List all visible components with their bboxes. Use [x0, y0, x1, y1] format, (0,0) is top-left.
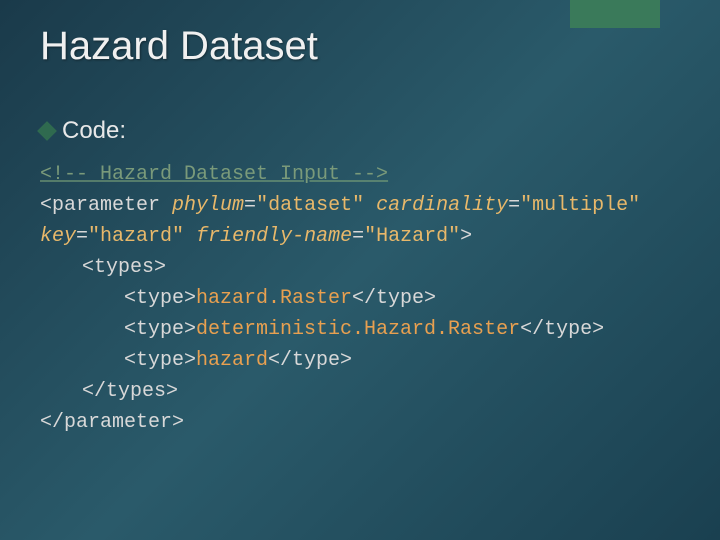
- code-eq3: =: [76, 225, 88, 248]
- code-attr-key-v: "hazard": [88, 225, 184, 248]
- code-block: <!-- Hazard Dataset Input --> <parameter…: [40, 159, 680, 438]
- diamond-icon: [37, 121, 57, 141]
- code-attr-fn-k: friendly-name: [196, 225, 352, 248]
- code-types-open: <types>: [82, 256, 166, 279]
- code-type-close-2: </type>: [520, 318, 604, 341]
- code-type-close-1: </type>: [352, 287, 436, 310]
- code-attr-card-v: "multiple": [520, 194, 640, 217]
- code-attr-card-k: cardinality: [376, 194, 508, 217]
- code-attr-fn-v: "Hazard": [364, 225, 460, 248]
- code-comment-open: <!--: [40, 163, 100, 186]
- code-type3: hazard: [196, 349, 268, 372]
- code-attr-phylum-v: "dataset": [256, 194, 364, 217]
- code-type-close-3: </type>: [268, 349, 352, 372]
- code-types-close: </types>: [82, 380, 178, 403]
- code-type-open-3: <type>: [124, 349, 196, 372]
- code-eq4: =: [352, 225, 364, 248]
- bullet-code: Code:: [40, 117, 680, 145]
- slide-title: Hazard Dataset: [40, 24, 680, 69]
- code-param-open: <parameter: [40, 194, 172, 217]
- code-attr-phylum-k: phylum: [172, 194, 244, 217]
- code-eq2: =: [508, 194, 520, 217]
- code-type2: deterministic.Hazard.Raster: [196, 318, 520, 341]
- code-type-open-2: <type>: [124, 318, 196, 341]
- slide-content: Hazard Dataset Code: <!-- Hazard Dataset…: [0, 0, 720, 438]
- code-type-open-1: <type>: [124, 287, 196, 310]
- bullet-label: Code:: [62, 117, 126, 145]
- code-param-open-end: >: [460, 225, 472, 248]
- code-type1: hazard.Raster: [196, 287, 352, 310]
- code-comment-text: Hazard Dataset Input -->: [100, 163, 388, 186]
- accent-bar: [570, 0, 660, 28]
- code-attr-key-k: key: [40, 225, 76, 248]
- code-eq: =: [244, 194, 256, 217]
- code-param-close: </parameter>: [40, 411, 184, 434]
